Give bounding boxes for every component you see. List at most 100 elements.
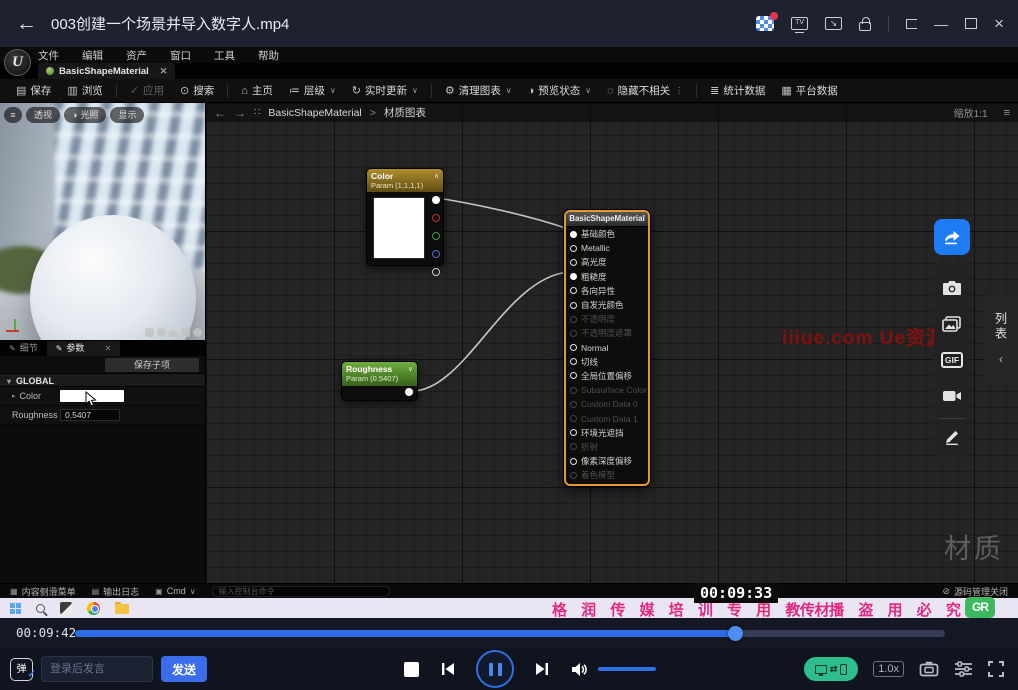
windows-start-icon[interactable] [10, 603, 21, 614]
source-control-status[interactable]: ⊘源码管理关闭 [942, 585, 1008, 598]
output-pin-g[interactable] [432, 232, 440, 240]
collapse-icon[interactable]: ∨ [408, 365, 413, 373]
material-input-pin-15[interactable]: 折射 [566, 440, 648, 454]
stop-button[interactable] [404, 662, 419, 677]
tab-close-icon[interactable]: ✕ [104, 341, 111, 356]
previous-button[interactable] [440, 662, 455, 676]
settings-sliders-icon[interactable] [954, 661, 973, 677]
color-parameter-node[interactable]: Color Param (1,1,1,1) ∧ [366, 168, 444, 266]
volume-icon[interactable] [571, 662, 588, 677]
roughness-value-input[interactable]: 0.5407 [60, 409, 120, 421]
toolbar-live-update-button[interactable]: ↻实时更新∨ [344, 79, 426, 103]
fullscreen-button[interactable] [988, 661, 1004, 677]
shape-cylinder-icon[interactable] [145, 328, 154, 337]
material-preview-viewport[interactable]: ≡ 透视◑光照显示 [0, 103, 205, 340]
material-input-pin-11[interactable]: Subsurface Color [566, 383, 648, 397]
output-log-button[interactable]: ▤输出日志 [92, 585, 140, 598]
material-graph-canvas[interactable]: 材质 ← → ∷ BasicShapeMaterial > 材质图表 缩放1:1… [205, 103, 1018, 583]
toolbar-preview-state-button[interactable]: ◑预览状态∨ [520, 79, 600, 103]
shape-teapot-icon[interactable] [193, 328, 202, 337]
menu-item-3[interactable]: 窗口 [170, 48, 191, 63]
content-drawer-button[interactable]: ▦内容侧滑菜单 [10, 585, 76, 598]
viewport-menu-icon[interactable]: ≡ [4, 107, 22, 123]
share-button[interactable] [934, 219, 970, 255]
save-child-button[interactable]: 保存子项 [105, 358, 199, 372]
material-result-node[interactable]: BasicShapeMaterial 基础颜色Metallic高光度粗糙度各向异… [564, 210, 650, 486]
file-explorer-icon[interactable] [115, 604, 129, 614]
send-button[interactable]: 发送 [161, 656, 207, 682]
material-input-pin-1[interactable]: Metallic [566, 241, 648, 255]
material-input-pin-4[interactable]: 各向异性 [566, 284, 648, 298]
shape-sphere-icon[interactable] [157, 328, 166, 337]
output-pin-b[interactable] [432, 250, 440, 258]
material-input-pin-10[interactable]: 全局位置偏移 [566, 369, 648, 383]
material-input-pin-14[interactable]: 环境光遮挡 [566, 426, 648, 440]
playback-speed-button[interactable]: 1.0x [873, 661, 904, 677]
app-logo-icon[interactable] [756, 16, 774, 31]
output-pin-a[interactable] [432, 268, 440, 276]
toolbar-hierarchy-button[interactable]: ≔层级∨ [281, 79, 344, 103]
breadcrumb-asset[interactable]: BasicShapeMaterial [268, 107, 361, 119]
toolbar-stats-button[interactable]: ≣统计数据 [702, 79, 773, 103]
toolbar-save-button[interactable]: ▤保存 [8, 79, 59, 103]
playlist-toggle[interactable]: 列表 ‹ [984, 295, 1018, 383]
tab-close-icon[interactable]: ✕ [160, 66, 168, 77]
material-input-pin-7[interactable]: 不透明度遮罩 [566, 326, 648, 340]
color-node-swatch[interactable] [373, 197, 425, 259]
tab-basicshapematerial[interactable]: BasicShapeMaterial ✕ [38, 63, 175, 79]
output-pin-rgb[interactable] [432, 196, 440, 204]
material-input-pin-8[interactable]: Normal [566, 341, 648, 355]
menu-item-1[interactable]: 编辑 [82, 48, 103, 63]
mini-player-icon[interactable]: ↘ [825, 17, 842, 30]
menu-item-2[interactable]: 资产 [126, 48, 147, 63]
material-input-pin-13[interactable]: Custom Data 1 [566, 411, 648, 425]
material-input-pin-17[interactable]: 着色模型 [566, 468, 648, 482]
toolbar-apply-button[interactable]: ✓应用 [122, 79, 172, 103]
close-icon[interactable]: × [994, 17, 1004, 31]
device-switch-toggle[interactable]: ⇄ [804, 657, 858, 681]
material-input-pin-6[interactable]: 不透明度 [566, 312, 648, 326]
group-global[interactable]: ▾GLOBAL [0, 373, 205, 387]
danmaku-toggle[interactable]: 弹 [10, 658, 33, 681]
menu-item-4[interactable]: 工具 [214, 48, 235, 63]
breadcrumb-page[interactable]: 材质图表 [384, 105, 426, 120]
minimize-icon[interactable]: — [934, 19, 948, 29]
tab-parameters[interactable]: ✎ 参数 ✕ [47, 341, 120, 356]
nav-forward-icon[interactable]: → [234, 106, 246, 120]
viewport-button-2[interactable]: 显示 [110, 107, 144, 123]
video-record-button[interactable] [938, 382, 966, 410]
roughness-parameter-node[interactable]: Roughness Param (0.5407) ∨ [341, 361, 418, 401]
maximize-icon[interactable] [965, 18, 977, 29]
next-button[interactable] [535, 662, 550, 676]
toolbar-search-button[interactable]: ⊙搜索 [172, 79, 222, 103]
shape-cube-icon[interactable] [181, 328, 190, 337]
toolbar-clean-graph-button[interactable]: ⚙清理图表∨ [437, 79, 520, 103]
tab-details[interactable]: ✎ 细节 [0, 341, 47, 356]
gif-record-button[interactable]: GIF [938, 346, 966, 374]
toolbar-browse-button[interactable]: ▥浏览 [59, 79, 110, 103]
cmd-dropdown[interactable]: ▣Cmd∨ [155, 586, 195, 596]
progress-handle[interactable] [728, 626, 743, 641]
cast-projector-icon[interactable] [919, 661, 939, 677]
material-input-pin-0[interactable]: 基础颜色 [566, 227, 648, 241]
pin-window-icon[interactable] [906, 19, 917, 29]
material-input-pin-9[interactable]: 切线 [566, 355, 648, 369]
lock-icon[interactable] [859, 22, 871, 31]
volume-slider[interactable] [598, 667, 656, 671]
toolbar-home-button[interactable]: ⌂主页 [233, 79, 281, 103]
pause-button[interactable] [476, 650, 514, 688]
toolbar-platform-stats-button[interactable]: ▦平台数据 [773, 79, 845, 103]
material-input-pin-5[interactable]: 自发光颜色 [566, 298, 648, 312]
material-input-pin-2[interactable]: 高光度 [566, 255, 648, 269]
shape-plane-icon[interactable] [169, 331, 178, 337]
viewport-button-0[interactable]: 透视 [26, 107, 60, 123]
back-icon[interactable]: ← [16, 12, 37, 36]
chrome-icon[interactable] [87, 602, 100, 615]
output-pin-value[interactable] [405, 388, 413, 396]
screenshot-button[interactable] [938, 274, 966, 302]
toolbar-hide-unrelated-button[interactable]: ◌隐藏不相关⋮ [599, 79, 691, 103]
chat-input[interactable] [41, 656, 153, 682]
material-input-pin-3[interactable]: 粗糙度 [566, 270, 648, 284]
menu-item-0[interactable]: 文件 [38, 48, 59, 63]
menu-item-5[interactable]: 帮助 [258, 48, 279, 63]
